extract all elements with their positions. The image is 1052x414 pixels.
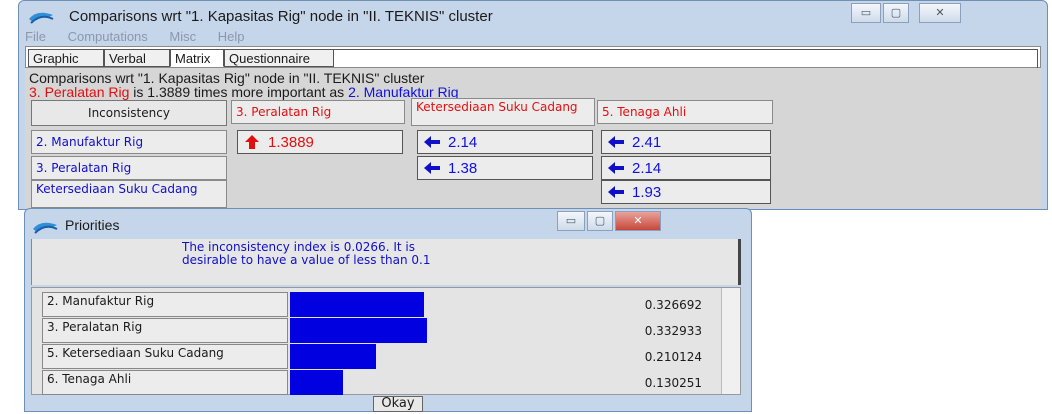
arrow-left-icon [608, 136, 624, 148]
priorities-title: Priorities [65, 217, 120, 233]
cell-value: 2.14 [448, 134, 478, 151]
tab-verbal[interactable]: Verbal [104, 49, 170, 67]
priority-label: 2. Manufaktur Rig [42, 292, 288, 317]
priority-value: 0.130251 [644, 376, 702, 390]
arrow-left-icon [424, 136, 440, 148]
priority-row: 3. Peralatan Rig 0.332933 [42, 318, 702, 345]
scrollbar[interactable] [721, 288, 740, 394]
priority-row: 2. Manufaktur Rig 0.326692 [42, 292, 702, 319]
priority-bar [290, 292, 424, 317]
matrix-cell[interactable]: 2.14 [601, 156, 771, 180]
arrow-left-icon [424, 162, 440, 174]
tab-graphic[interactable]: Graphic [28, 49, 104, 67]
priority-label: 5. Ketersediaan Suku Cadang [42, 344, 288, 369]
inconsistency-message: The inconsistency index is 0.0266. It is… [182, 240, 431, 267]
priorities-window: Priorities ▭ ▢ ✕ The inconsistency index… [24, 208, 752, 412]
arrow-left-icon [608, 186, 624, 198]
tab-bar-filler [334, 49, 1038, 69]
menu-bar: File Computations Misc Help [25, 29, 1041, 44]
priority-value: 0.332933 [644, 324, 702, 338]
priority-label: 3. Peralatan Rig [42, 318, 288, 343]
arrow-left-icon [608, 162, 624, 174]
tab-bar: Graphic Verbal Matrix Questionnaire [25, 46, 1041, 69]
app-logo-icon [29, 12, 54, 24]
priority-value: 0.210124 [644, 350, 702, 364]
maximize-button[interactable]: ▢ [883, 3, 909, 23]
summary-middle: is 1.3889 times more important as [129, 84, 349, 100]
close-button[interactable]: ✕ [615, 211, 661, 231]
matrix-cell[interactable]: 2.14 [417, 130, 593, 154]
menu-file[interactable]: File [25, 29, 46, 44]
row-header-peralatan-rig[interactable]: 3. Peralatan Rig [31, 156, 227, 180]
comparisons-window: Comparisons wrt "1. Kapasitas Rig" node … [18, 0, 1048, 210]
matrix-cell[interactable]: 1.3889 [237, 130, 403, 154]
column-header-tenaga-ahli[interactable]: 5. Tenaga Ahli [597, 100, 773, 124]
matrix-panel: Comparisons wrt "1. Kapasitas Rig" node … [25, 68, 1041, 208]
priority-bar [290, 318, 427, 343]
column-header-ketersediaan[interactable]: Ketersediaan Suku Cadang [411, 98, 595, 126]
menu-help[interactable]: Help [218, 29, 245, 44]
menu-misc[interactable]: Misc [169, 29, 196, 44]
row-header-ketersediaan[interactable]: Ketersediaan Suku Cadang [31, 180, 227, 208]
cell-value: 1.3889 [268, 134, 314, 151]
priorities-list: 2. Manufaktur Rig 0.326692 3. Peralatan Ri… [31, 287, 741, 395]
menu-computations[interactable]: Computations [68, 29, 148, 44]
matrix-cell[interactable]: 1.38 [417, 156, 593, 180]
maximize-button[interactable]: ▢ [587, 211, 613, 231]
row-header-manufaktur-rig[interactable]: 2. Manufaktur Rig [31, 130, 227, 154]
priority-bar [290, 370, 343, 395]
minimize-button[interactable]: ▭ [557, 211, 585, 231]
comparison-summary: 3. Peralatan Rig is 1.3889 times more im… [29, 84, 459, 100]
cell-value: 2.14 [632, 160, 662, 177]
priority-label: 6. Tenaga Ahli [42, 370, 288, 395]
inconsistency-message-box: The inconsistency index is 0.0266. It is… [31, 239, 741, 285]
cell-value: 2.41 [632, 134, 662, 151]
tab-questionnaire[interactable]: Questionnaire [224, 49, 334, 67]
cell-value: 1.38 [448, 160, 478, 177]
matrix-cell[interactable]: 2.41 [601, 130, 771, 154]
okay-button[interactable]: Okay [373, 396, 423, 412]
window-title: Comparisons wrt "1. Kapasitas Rig" node … [69, 8, 493, 25]
arrow-up-icon [245, 135, 259, 149]
tab-matrix[interactable]: Matrix [170, 49, 224, 67]
titlebar: Comparisons wrt "1. Kapasitas Rig" node … [19, 1, 1047, 31]
close-button[interactable]: ✕ [919, 3, 961, 23]
priority-bar [290, 344, 376, 369]
priority-row: 5. Ketersediaan Suku Cadang 0.210124 [42, 344, 702, 371]
inconsistency-button[interactable]: Inconsistency [31, 100, 227, 126]
matrix-cell[interactable]: 1.93 [601, 180, 771, 204]
priority-value: 0.326692 [644, 298, 702, 312]
minimize-button[interactable]: ▭ [851, 3, 881, 23]
app-logo-icon [33, 222, 58, 234]
priority-row: 6. Tenaga Ahli 0.130251 [42, 370, 702, 397]
summary-subject: 3. Peralatan Rig [29, 84, 130, 100]
cell-value: 1.93 [632, 184, 662, 201]
column-header-peralatan-rig[interactable]: 3. Peralatan Rig [231, 100, 405, 124]
